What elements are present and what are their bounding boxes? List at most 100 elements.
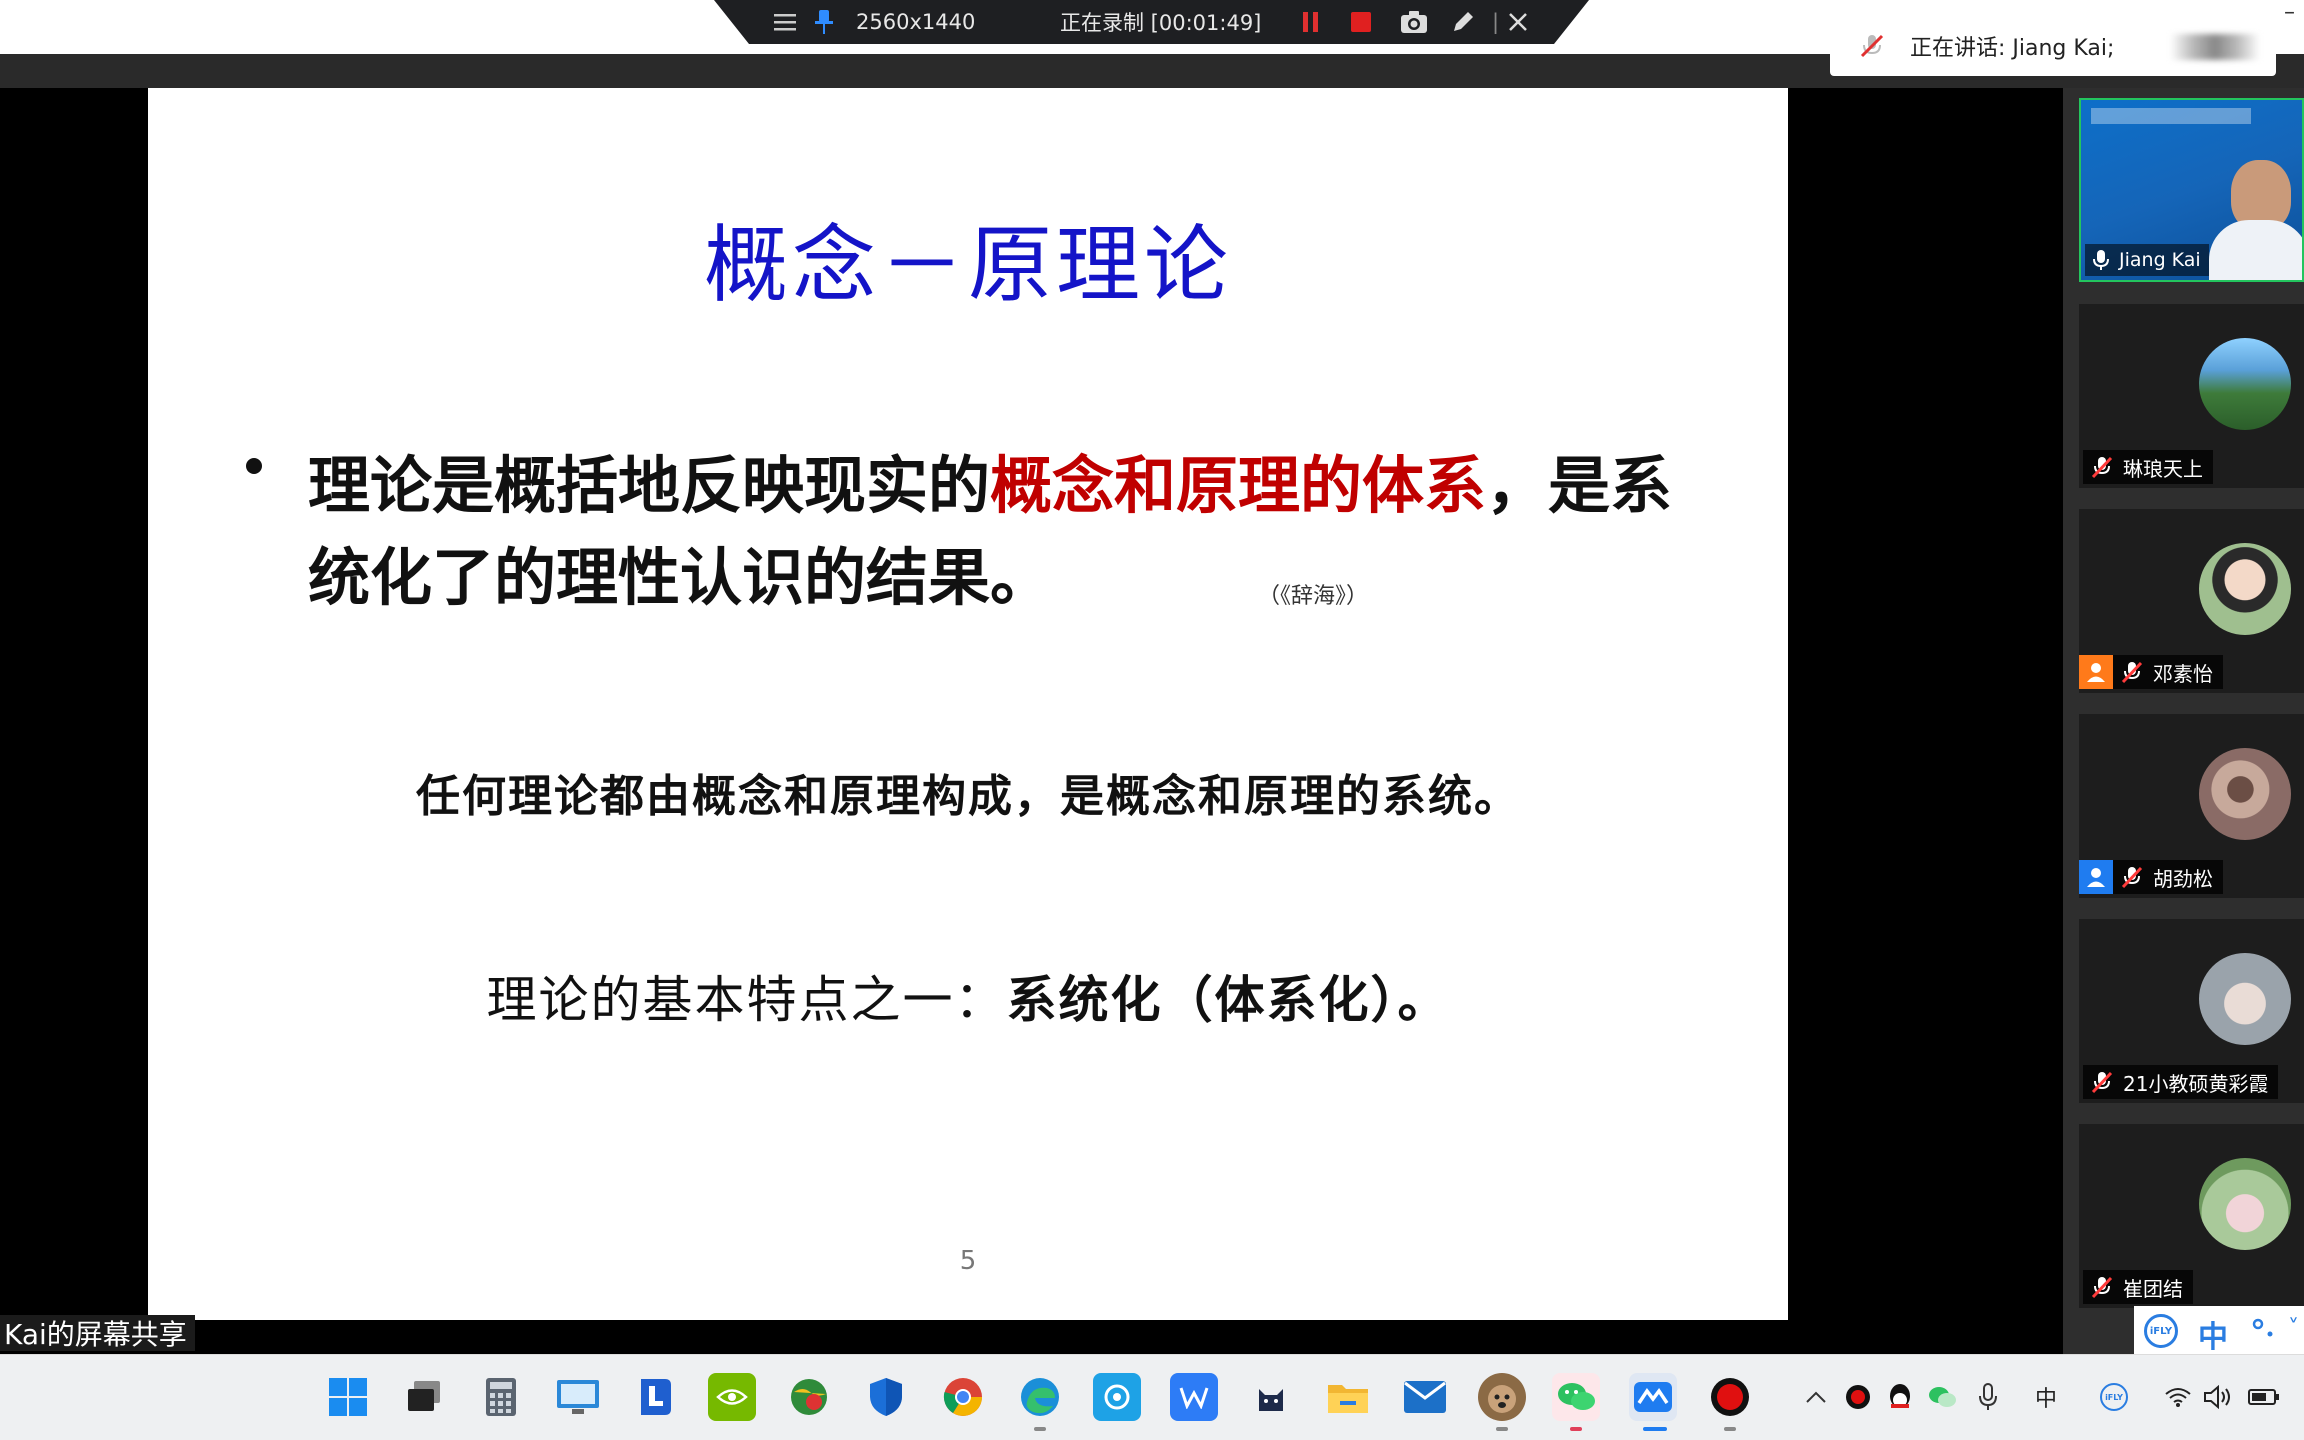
bullet-point-icon [246, 458, 262, 474]
ifly-tray-icon[interactable]: iFLY [2096, 1379, 2132, 1415]
screen-share-label: Kai的屏幕共享 [0, 1315, 195, 1351]
pin-icon[interactable] [814, 0, 834, 44]
avatar [2199, 543, 2291, 635]
presentation-slide: 概念－原理论 理论是概括地反映现实的概念和原理的体系，是系统化了的理性认识的结果… [148, 88, 1788, 1320]
participant-tile[interactable]: 胡劲松 [2079, 714, 2304, 898]
ifly-logo-icon[interactable]: iFLY [2144, 1314, 2178, 1348]
active-speaker-indicator: 正在讲话: Jiang Kai; [1830, 16, 2276, 76]
close-icon[interactable] [1508, 0, 1528, 44]
mic-muted-icon [2089, 1069, 2115, 1095]
stop-icon[interactable] [1350, 0, 1372, 44]
participant-name: Jiang Kai [2119, 249, 2201, 271]
defender-icon[interactable] [862, 1373, 910, 1421]
shared-screen-stage: 概念－原理论 理论是概括地反映现实的概念和原理的体系，是系统化了的理性认识的结果… [0, 88, 2063, 1320]
running-indicator [1496, 1427, 1508, 1431]
mic-muted-icon [2089, 1274, 2115, 1300]
chrome-icon[interactable] [939, 1373, 987, 1421]
resolution-label: 2560x1440 [856, 10, 976, 34]
participant-tile[interactable]: 邓素怡 [2079, 509, 2304, 693]
mail-icon[interactable] [1401, 1373, 1449, 1421]
start-icon[interactable] [324, 1373, 372, 1421]
speaker-muted-icon [1858, 32, 1886, 64]
wechat-icon[interactable] [1552, 1373, 1600, 1421]
running-indicator [1724, 1427, 1736, 1431]
participant-namebar: 邓素怡 [2079, 655, 2223, 689]
participant-tile[interactable]: 21小教硕黄彩霞 [2079, 919, 2304, 1103]
participant-name: 崔团结 [2123, 1276, 2183, 1301]
participant-name: 21小教硕黄彩霞 [2123, 1071, 2269, 1096]
key-feature-label: 理论的基本特点之一： [486, 971, 1007, 1029]
participant-tile-video[interactable]: Jiang Kai [2079, 98, 2304, 282]
punctuation-icon[interactable] [2250, 1316, 2278, 1348]
participant-namebar: 崔团结 [2083, 1270, 2193, 1304]
input-language-indicator[interactable]: 中 [2028, 1379, 2064, 1415]
globe-icon[interactable] [785, 1373, 833, 1421]
nvidia-icon[interactable] [708, 1373, 756, 1421]
record-tray-icon[interactable] [1840, 1379, 1876, 1415]
participant-name: 邓素怡 [2153, 661, 2213, 686]
qq-icon[interactable] [1882, 1379, 1918, 1415]
participant-tile[interactable]: 琳琅天上 [2079, 304, 2304, 488]
battery-icon[interactable] [2246, 1379, 2282, 1415]
recording-status: 正在录制 [00:01:49] [1060, 11, 1262, 35]
avatar [2199, 1158, 2291, 1250]
edge-icon[interactable] [1016, 1373, 1064, 1421]
remote-desktop-icon[interactable] [554, 1373, 602, 1421]
wps-icon[interactable] [1170, 1373, 1218, 1421]
minimize-icon[interactable]: – [2284, 0, 2304, 40]
bullet-text-part1: 理论是概括地反映现实的 [308, 449, 991, 522]
avatar [2199, 338, 2291, 430]
key-feature-value: 系统化（体系化）。 [1006, 970, 1450, 1029]
user-badge-icon [2079, 860, 2113, 894]
bullet-highlight: 概念和原理的体系 [990, 449, 1487, 522]
mic-muted-icon [2119, 659, 2145, 685]
ime-more-icon[interactable]: ˅ [2288, 1316, 2299, 1341]
recording-toolbar: 2560x1440 正在录制 [00:01:49] | [714, 0, 1589, 44]
wifi-icon[interactable] [2160, 1379, 2196, 1415]
running-indicator [1034, 1427, 1046, 1431]
video-banner-graphic [2091, 108, 2251, 124]
participant-panel[interactable]: Jiang Kai 琳琅天上 邓素怡 胡劲松 21小教硕黄彩霞 崔团结 [2063, 88, 2304, 1354]
microphone-icon[interactable] [1970, 1379, 2006, 1415]
ime-mode-toggle[interactable]: 中 [2198, 1312, 2228, 1356]
participant-namebar: Jiang Kai [2085, 244, 2209, 276]
slide-statement: 任何理论都由概念和原理构成，是概念和原理的系统。 [416, 771, 1520, 822]
tencent-meeting-icon[interactable] [1629, 1373, 1677, 1421]
slide-title: 概念－原理论 [703, 216, 1232, 314]
toolbar-divider: | [1492, 10, 1500, 34]
camera-icon[interactable] [1400, 0, 1428, 44]
avatar [2199, 953, 2291, 1045]
camera-app-icon[interactable] [1093, 1373, 1141, 1421]
participant-name: 胡劲松 [2153, 866, 2213, 891]
running-indicator [1643, 1427, 1667, 1431]
slide-page-number: 5 [959, 1246, 977, 1276]
mic-muted-icon [2119, 864, 2145, 890]
running-indicator [1570, 1427, 1582, 1431]
participant-namebar: 21小教硕黄彩霞 [2083, 1065, 2279, 1099]
presenter-shirt [2209, 220, 2302, 280]
participant-tile[interactable]: 崔团结 [2079, 1124, 2304, 1308]
user-badge-icon [2079, 655, 2113, 689]
cat-app-icon[interactable] [1247, 1373, 1295, 1421]
ime-floating-bar[interactable]: iFLY 中 ˅ [2134, 1306, 2304, 1356]
calculator-icon[interactable] [477, 1373, 525, 1421]
chevron-up-icon[interactable] [1798, 1379, 1834, 1415]
file-explorer-icon[interactable] [1324, 1373, 1372, 1421]
speaker-decoration [2170, 34, 2260, 60]
lenovo-icon[interactable] [631, 1373, 679, 1421]
mic-muted-icon [2089, 454, 2115, 480]
task-view-icon[interactable] [400, 1373, 448, 1421]
slide-key-feature: 理论的基本特点之一：系统化（体系化）。 [148, 960, 1788, 1032]
windows-taskbar: 中 iFLY [0, 1354, 2304, 1440]
volume-icon[interactable] [2200, 1379, 2236, 1415]
pause-icon[interactable] [1302, 0, 1320, 44]
record-icon[interactable] [1706, 1373, 1754, 1421]
dog-avatar-icon[interactable] [1478, 1373, 1526, 1421]
wechat-tray-icon[interactable] [1924, 1379, 1960, 1415]
mic-on-icon [2089, 248, 2113, 272]
pen-icon[interactable] [1450, 0, 1476, 44]
participant-namebar: 胡劲松 [2079, 860, 2223, 894]
participant-name: 琳琅天上 [2123, 456, 2203, 481]
ifly-tray-label: iFLY [2100, 1383, 2128, 1411]
menu-icon[interactable] [774, 0, 796, 44]
